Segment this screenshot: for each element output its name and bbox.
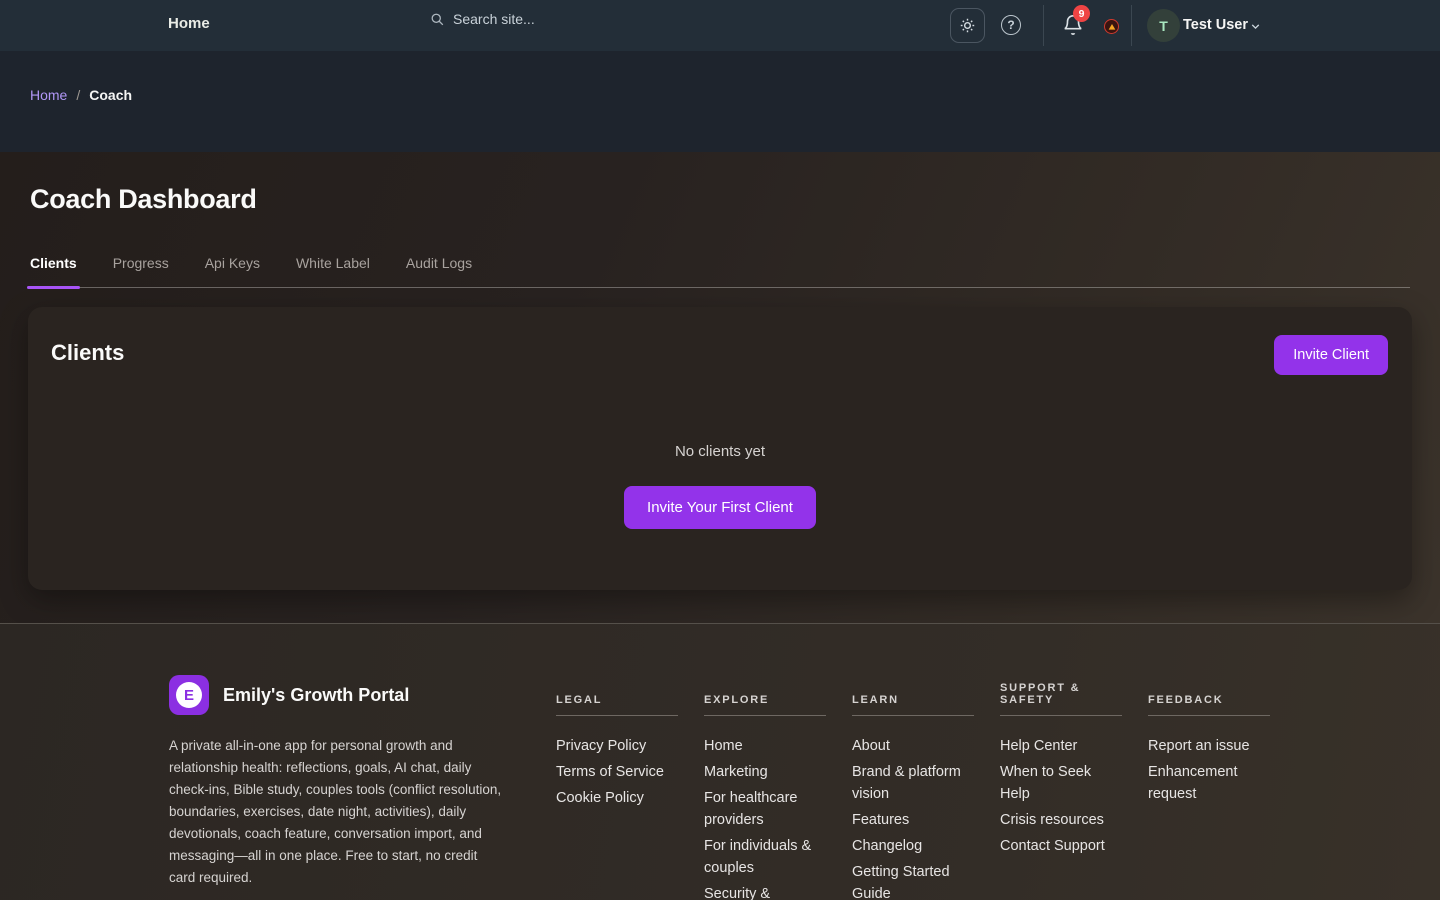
breadcrumb-band: Home / Coach <box>0 51 1440 152</box>
breadcrumb-home-link[interactable]: Home <box>30 87 67 103</box>
empty-state-message: No clients yet <box>675 443 765 460</box>
tab-clients[interactable]: Clients <box>30 245 77 287</box>
tab-progress[interactable]: Progress <box>113 245 169 287</box>
nav-home-link[interactable]: Home <box>168 15 210 32</box>
footer-column-support: SUPPORT & SAFETY Help Center When to See… <box>1000 680 1122 900</box>
footer-link[interactable]: For individuals & couples <box>704 835 826 879</box>
user-menu-name[interactable]: Test User <box>1183 17 1248 33</box>
footer-link[interactable]: Security & <box>704 883 826 900</box>
footer-link[interactable]: Home <box>704 735 826 757</box>
top-navbar: Home ? 9 T Test User <box>0 0 1440 51</box>
brand-logo-icon: E <box>169 675 209 715</box>
footer-link[interactable]: Privacy Policy <box>556 735 678 757</box>
footer-link[interactable]: Terms of Service <box>556 761 678 783</box>
theme-toggle-button[interactable] <box>950 8 985 43</box>
footer-column-legal: LEGAL Privacy Policy Terms of Service Co… <box>556 680 678 900</box>
notifications-button[interactable]: 9 <box>1062 14 1084 36</box>
search-icon <box>430 12 445 27</box>
breadcrumb-current: Coach <box>89 87 132 103</box>
footer-column-learn: LEARN About Brand & platform vision Feat… <box>852 680 974 900</box>
footer-link[interactable]: Enhancement request <box>1148 761 1270 805</box>
dashboard-tabs: Clients Progress Api Keys White Label Au… <box>30 245 1410 288</box>
question-mark-icon: ? <box>1007 18 1014 32</box>
footer-link[interactable]: For healthcare providers <box>704 787 826 831</box>
footer-link[interactable]: Report an issue <box>1148 735 1270 757</box>
footer-link[interactable]: Crisis resources <box>1000 809 1122 831</box>
brand-description: A private all-in-one app for personal gr… <box>169 735 503 889</box>
nav-divider <box>1131 5 1132 46</box>
footer-heading: FEEDBACK <box>1148 680 1270 716</box>
empty-state: No clients yet Invite Your First Client <box>28 443 1412 529</box>
footer-columns: LEGAL Privacy Policy Terms of Service Co… <box>556 680 1270 900</box>
brand-logo-initial: E <box>176 682 202 708</box>
tab-white-label[interactable]: White Label <box>296 245 370 287</box>
user-avatar[interactable]: T <box>1147 9 1180 42</box>
footer-link[interactable]: Cookie Policy <box>556 787 678 809</box>
footer-link[interactable]: Getting Started Guide <box>852 861 974 900</box>
footer-column-feedback: FEEDBACK Report an issue Enhancement req… <box>1148 680 1270 900</box>
nav-divider <box>1043 5 1044 46</box>
chevron-down-icon[interactable] <box>1249 20 1262 33</box>
site-search[interactable] <box>430 11 693 27</box>
footer-column-explore: EXPLORE Home Marketing For healthcare pr… <box>704 680 826 900</box>
footer-heading: EXPLORE <box>704 680 826 716</box>
clients-card: Clients Invite Client No clients yet Inv… <box>28 307 1412 590</box>
footer: E Emily's Growth Portal A private all-in… <box>0 623 1440 900</box>
warning-triangle-icon <box>1108 23 1116 31</box>
breadcrumb: Home / Coach <box>30 87 1440 103</box>
footer-heading: LEARN <box>852 680 974 716</box>
page-title: Coach Dashboard <box>0 152 1440 215</box>
footer-heading: LEGAL <box>556 680 678 716</box>
crisis-alert-button[interactable] <box>1104 19 1119 34</box>
breadcrumb-separator: / <box>76 87 80 103</box>
footer-link[interactable]: Brand & platform vision <box>852 761 974 805</box>
brand-name: Emily's Growth Portal <box>223 685 409 706</box>
footer-link[interactable]: About <box>852 735 974 757</box>
help-button[interactable]: ? <box>1001 15 1021 35</box>
tab-api-keys[interactable]: Api Keys <box>205 245 260 287</box>
clients-card-title: Clients <box>51 340 124 366</box>
footer-link[interactable]: Features <box>852 809 974 831</box>
sun-icon <box>959 17 976 34</box>
notification-count-badge: 9 <box>1073 5 1090 22</box>
footer-brand: E Emily's Growth Portal <box>169 675 409 715</box>
footer-heading: SUPPORT & SAFETY <box>1000 680 1122 716</box>
footer-link[interactable]: When to Seek Help <box>1000 761 1122 805</box>
search-input[interactable] <box>453 11 693 27</box>
footer-link[interactable]: Marketing <box>704 761 826 783</box>
footer-link[interactable]: Contact Support <box>1000 835 1122 857</box>
tab-audit-logs[interactable]: Audit Logs <box>406 245 472 287</box>
invite-first-client-button[interactable]: Invite Your First Client <box>624 486 816 529</box>
footer-link[interactable]: Changelog <box>852 835 974 857</box>
main-content: Coach Dashboard Clients Progress Api Key… <box>0 152 1440 623</box>
footer-link[interactable]: Help Center <box>1000 735 1122 757</box>
invite-client-button[interactable]: Invite Client <box>1274 335 1388 375</box>
